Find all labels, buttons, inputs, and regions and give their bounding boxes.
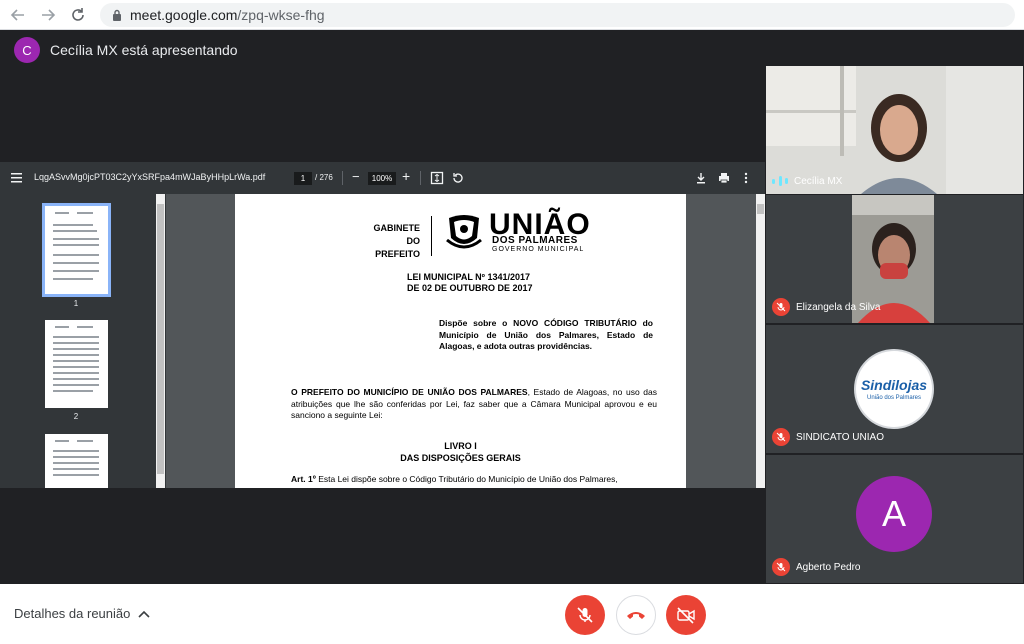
mic-off-icon bbox=[772, 558, 790, 576]
meeting-controls: Detalhes da reunião bbox=[0, 584, 1024, 644]
participant-tile-cecilia[interactable]: Cecília MX bbox=[766, 66, 1023, 194]
pdf-page-area: GABINETE DO PREFEITO UNIÃO DOS PALMARES … bbox=[166, 194, 765, 488]
fit-page-icon[interactable] bbox=[430, 171, 444, 185]
doc-header-left: GABINETE DO PREFEITO bbox=[373, 223, 420, 259]
url-path: /zpq-wkse-fhg bbox=[237, 7, 325, 23]
camera-toggle-button[interactable] bbox=[666, 595, 706, 635]
url-host: meet.google.com bbox=[130, 7, 238, 23]
thumbnail-page-2[interactable] bbox=[45, 320, 108, 408]
doc-law-number: LEI MUNICIPAL Nº 1341/2017 bbox=[407, 272, 530, 282]
download-icon[interactable] bbox=[694, 171, 708, 185]
zoom-out-button[interactable]: − bbox=[352, 169, 360, 184]
microphone-toggle-button[interactable] bbox=[565, 595, 605, 635]
doc-logo-caption: GOVERNO MUNICIPAL bbox=[492, 246, 585, 253]
meeting-details-button[interactable]: Detalhes da reunião bbox=[14, 606, 150, 621]
page-number-input[interactable]: 1 bbox=[294, 172, 312, 185]
end-call-button[interactable] bbox=[616, 595, 656, 635]
chevron-up-icon bbox=[138, 610, 150, 618]
forward-button[interactable] bbox=[36, 3, 60, 27]
doc-header-divider bbox=[431, 216, 432, 256]
municipal-crest-icon bbox=[446, 215, 482, 249]
doc-body: O PREFEITO DO MUNICÍPIO DE UNIÃO DOS PAL… bbox=[291, 387, 657, 420]
speaking-indicator-icon bbox=[772, 175, 788, 187]
presenter-banner: C Cecília MX está apresentando bbox=[14, 37, 238, 63]
zoom-in-button[interactable]: + bbox=[402, 168, 410, 184]
presenter-text: Cecília MX está apresentando bbox=[50, 42, 238, 58]
thumbnail-page-3[interactable] bbox=[45, 434, 108, 488]
toolbar-divider bbox=[420, 171, 421, 185]
phone-hangup-icon bbox=[627, 612, 645, 619]
print-icon[interactable] bbox=[717, 171, 731, 185]
participant-tile-agberto[interactable]: A Agberto Pedro bbox=[766, 455, 1023, 583]
reload-button[interactable] bbox=[66, 3, 90, 27]
toolbar-divider bbox=[342, 171, 343, 185]
doc-book-heading: LIVRO I DAS DISPOSIÇÕES GERAIS bbox=[400, 441, 521, 463]
participant-avatar: A bbox=[856, 476, 932, 552]
participant-label: SINDICATO UNIAO bbox=[772, 428, 884, 446]
lock-icon bbox=[113, 9, 121, 21]
participant-label: Agberto Pedro bbox=[772, 558, 861, 576]
address-bar[interactable]: meet.google.com/zpq-wkse-fhg bbox=[100, 3, 1015, 27]
mic-off-icon bbox=[772, 298, 790, 316]
participant-tile-elizangela[interactable]: Elizangela da Silva bbox=[766, 195, 1023, 323]
pdf-toolbar: LqgASvvMg0jcPT03C2yYxSRFpa4mWJaByHHpLrWa… bbox=[0, 162, 765, 194]
thumbnail-number: 2 bbox=[73, 412, 79, 421]
pdf-viewer: LqgASvvMg0jcPT03C2yYxSRFpa4mWJaByHHpLrWa… bbox=[0, 162, 765, 488]
doc-logo-subtitle: DOS PALMARES bbox=[492, 235, 578, 246]
zoom-input[interactable]: 100% bbox=[368, 172, 396, 185]
doc-article: Art. 1º Esta Lei dispõe sobre o Código T… bbox=[291, 474, 618, 484]
arrow-left-icon bbox=[10, 8, 24, 21]
back-button[interactable] bbox=[6, 3, 30, 27]
presenter-avatar: C bbox=[14, 37, 40, 63]
page-scrollbar[interactable] bbox=[756, 194, 765, 488]
doc-summary: Dispõe sobre o NOVO CÓDIGO TRIBUTÁRIO do… bbox=[439, 318, 653, 351]
rotate-icon[interactable] bbox=[451, 171, 465, 185]
thumbnail-scrollbar[interactable] bbox=[156, 194, 165, 488]
camera-off-icon bbox=[677, 607, 695, 624]
meet-stage: C Cecília MX está apresentando LqgASvvMg… bbox=[0, 31, 1024, 584]
thumbnail-page-1[interactable] bbox=[42, 203, 111, 297]
thumbnail-panel: 1 2 bbox=[0, 194, 166, 488]
menu-icon[interactable] bbox=[10, 170, 24, 186]
participant-label: Elizangela da Silva bbox=[772, 298, 881, 316]
participant-tile-sindicato[interactable]: Sindilojas União dos Palmares SINDICATO … bbox=[766, 325, 1023, 453]
doc-law-date: DE 02 DE OUTUBRO DE 2017 bbox=[407, 283, 533, 293]
participant-label: Cecília MX bbox=[772, 175, 842, 187]
reload-icon bbox=[72, 7, 84, 21]
arrow-right-icon bbox=[42, 8, 56, 21]
thumbnail-number: 1 bbox=[73, 299, 79, 308]
pdf-page: GABINETE DO PREFEITO UNIÃO DOS PALMARES … bbox=[235, 194, 686, 488]
browser-toolbar: meet.google.com/zpq-wkse-fhg bbox=[0, 0, 1024, 30]
pdf-filename: LqgASvvMg0jcPT03C2yYxSRFpa4mWJaByHHpLrWa… bbox=[34, 172, 266, 182]
page-total: / 276 bbox=[315, 173, 333, 182]
more-vert-icon[interactable] bbox=[739, 171, 753, 185]
mic-off-icon bbox=[772, 428, 790, 446]
sindilojas-logo: Sindilojas União dos Palmares bbox=[856, 351, 932, 427]
mic-off-icon bbox=[577, 607, 593, 623]
